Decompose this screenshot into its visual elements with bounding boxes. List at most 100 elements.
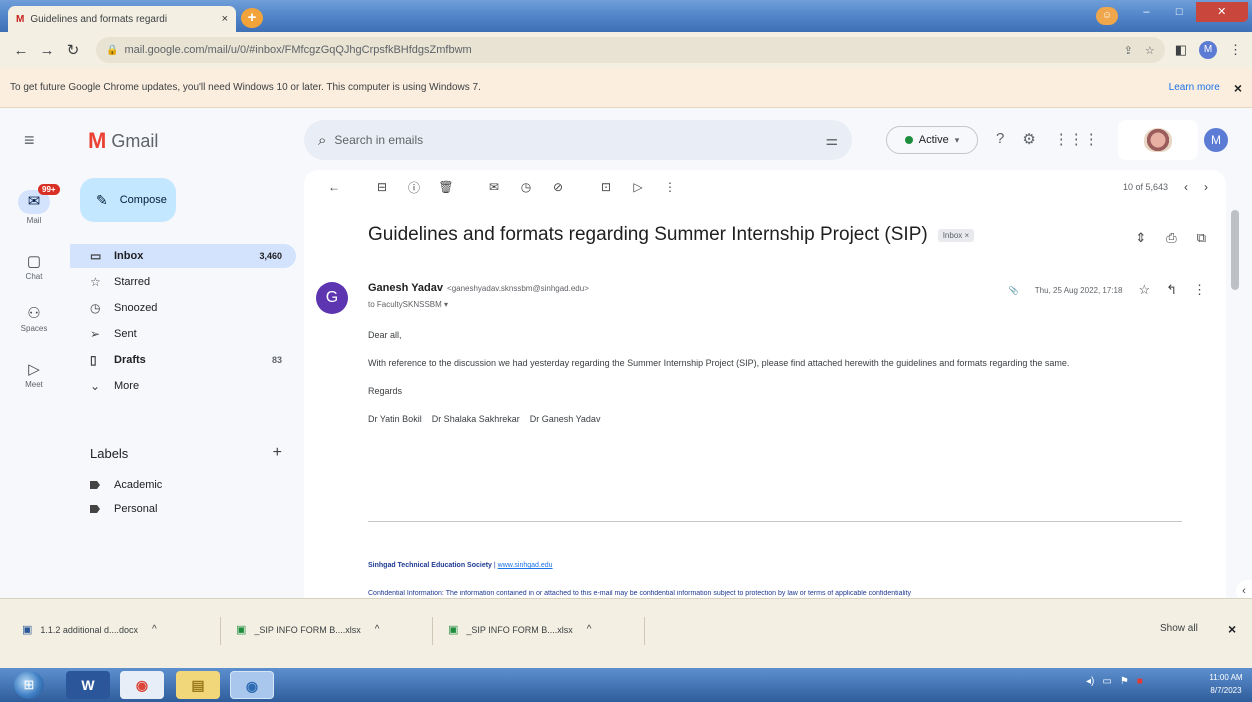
power-icon[interactable]: ■ [1137, 676, 1143, 687]
share-icon[interactable]: ⇪ [1124, 44, 1133, 57]
download-menu-chevron-icon[interactable]: ^ [587, 624, 592, 635]
infobar-close-icon[interactable]: × [1234, 80, 1242, 96]
add-task-icon[interactable]: ⊘ [542, 180, 574, 194]
window-profile-icon[interactable]: ☺ [1096, 7, 1118, 25]
sidebar-item-label: More [114, 380, 140, 392]
gmail-logo[interactable]: M Gmail [88, 128, 158, 154]
label-icon[interactable]: ▷ [622, 180, 654, 194]
sidebar-item-drafts[interactable]: ▯ Drafts 83 [70, 348, 296, 372]
message-more-icon[interactable]: ⋮ [1193, 282, 1206, 298]
inbox-label-chip[interactable]: Inbox × [937, 228, 975, 242]
action-center-icon[interactable]: ⚑ [1120, 676, 1129, 687]
label-item-academic[interactable]: Academic [70, 474, 296, 496]
body-paragraph: With reference to the discussion we had … [368, 358, 1070, 368]
mark-unread-icon[interactable]: ✉ [478, 180, 510, 194]
greeting-text: Dear all, [368, 330, 402, 340]
new-tab-button[interactable]: + [241, 8, 263, 28]
sidebar-item-label: Sent [114, 328, 137, 340]
rail-chat[interactable]: ▢ Chat [0, 252, 68, 281]
settings-gear-icon[interactable]: ⚙ [1022, 130, 1035, 148]
more-options-icon[interactable]: ⋮ [654, 180, 686, 194]
status-dropdown[interactable]: Active ▾ [886, 126, 978, 154]
label-item-personal[interactable]: Personal [70, 498, 296, 520]
sender-line: Ganesh Yadav <ganeshyadav.sknssbm@sinhga… [368, 282, 589, 294]
sidebar-item-inbox[interactable]: ▭ Inbox 3,460 [70, 244, 296, 268]
show-all-downloads-link[interactable]: Show all [1160, 623, 1198, 634]
network-icon[interactable]: ▭ [1102, 676, 1111, 687]
download-item[interactable]: ▣ _SIP INFO FORM B....xlsx ^ [448, 623, 591, 636]
bookmark-star-icon[interactable]: ☆ [1145, 44, 1155, 57]
minimize-icon[interactable]: – [1130, 2, 1163, 22]
print-icon[interactable]: ⎙ [1166, 230, 1176, 246]
learn-more-link[interactable]: Learn more [1169, 82, 1220, 93]
org-website-link[interactable]: www.sinhgad.edu [498, 562, 553, 569]
rail-mail[interactable]: ✉ 99+ Mail [0, 184, 68, 225]
main-menu-icon[interactable]: ≡ [24, 130, 35, 151]
signature-divider [368, 521, 1182, 522]
chrome-taskbar-icon[interactable]: ◉ [120, 671, 164, 699]
add-label-icon[interactable]: + [273, 444, 282, 462]
chrome-active-taskbar-icon[interactable]: ◉ [230, 671, 274, 699]
message-scrollbar[interactable] [1228, 170, 1242, 598]
apps-grid-icon[interactable]: ⋮⋮⋮ [1054, 130, 1099, 148]
lock-icon[interactable]: 🔒 [106, 45, 118, 56]
expand-all-icon[interactable]: ⇕ [1135, 230, 1146, 246]
sidebar-item-more[interactable]: ⌄ More [70, 374, 296, 398]
delete-icon[interactable]: 🗑 [430, 180, 462, 194]
new-window-icon[interactable]: ⧉ [1197, 230, 1206, 246]
download-menu-chevron-icon[interactable]: ^ [375, 624, 380, 635]
search-input[interactable]: Search in emails [334, 133, 825, 147]
newer-chevron-icon[interactable]: ‹ [1184, 180, 1188, 194]
volume-icon[interactable]: ◂) [1086, 676, 1094, 687]
forward-icon[interactable]: → [36, 42, 58, 59]
browser-menu-icon[interactable]: ⋮ [1229, 42, 1242, 58]
star-icon: ☆ [90, 275, 101, 289]
omnibox[interactable]: 🔒 mail.google.com/mail/u/0/#inbox/FMfcgz… [96, 37, 1165, 63]
back-to-inbox-icon[interactable]: ← [318, 180, 350, 194]
close-shelf-icon[interactable]: × [1228, 621, 1236, 637]
report-spam-icon[interactable]: ⓘ [398, 179, 430, 196]
rail-meet[interactable]: ▷ Meet [0, 360, 68, 389]
reply-icon[interactable]: ↰ [1166, 282, 1177, 298]
taskbar-clock[interactable]: 11:00 AM 8/7/2023 [1206, 671, 1246, 697]
rail-spaces[interactable]: ⚇ Spaces [0, 304, 68, 333]
star-icon[interactable]: ☆ [1138, 282, 1150, 298]
sidebar-item-sent[interactable]: ➢ Sent [70, 322, 296, 346]
file-explorer-taskbar-icon[interactable]: ▤ [176, 671, 220, 699]
chevron-down-icon: ▾ [954, 134, 960, 145]
sender-name[interactable]: Ganesh Yadav [368, 282, 443, 294]
start-button[interactable]: ⊞ [14, 671, 44, 699]
account-avatar[interactable]: M [1204, 128, 1228, 152]
archive-icon[interactable]: ⊟ [366, 180, 398, 194]
sidebar-item-snoozed[interactable]: ◷ Snoozed [70, 296, 296, 320]
back-icon[interactable]: ← [10, 42, 32, 59]
scrollbar-thumb[interactable] [1231, 210, 1239, 290]
browser-profile-avatar[interactable]: M [1199, 41, 1217, 59]
pager: 10 of 5,643 ‹ › [1123, 180, 1208, 194]
sidepanel-icon[interactable]: ◧ [1175, 42, 1187, 58]
organization-logo[interactable] [1118, 120, 1198, 160]
window-close-icon[interactable]: ✕ [1195, 2, 1248, 22]
download-separator [644, 617, 645, 645]
download-item[interactable]: ▣ _SIP INFO FORM B....xlsx ^ [236, 623, 379, 636]
snooze-icon[interactable]: ◷ [510, 180, 542, 194]
older-chevron-icon[interactable]: › [1204, 180, 1208, 194]
download-item[interactable]: ▣ 1.1.2 additional d....docx ^ [22, 623, 157, 636]
compose-button[interactable]: ✎ Compose [80, 178, 176, 222]
subject-text: Guidelines and formats regarding Summer … [368, 224, 928, 245]
browser-tab[interactable]: M Guidelines and formats regardi × [8, 6, 236, 32]
sender-avatar[interactable]: G [316, 282, 348, 314]
move-to-icon[interactable]: ⊡ [590, 180, 622, 194]
search-options-icon[interactable]: ⚌ [825, 132, 838, 149]
maximize-icon[interactable]: □ [1163, 2, 1196, 22]
recipient-dropdown[interactable]: to FacultySKNSSBM ▾ [368, 300, 448, 309]
word-taskbar-icon[interactable]: W [66, 671, 110, 699]
search-bar[interactable]: ⌕ Search in emails ⚌ [304, 120, 852, 160]
support-icon[interactable]: ? [996, 130, 1004, 148]
reload-icon[interactable]: ↻ [62, 41, 84, 59]
sidebar-item-starred[interactable]: ☆ Starred [70, 270, 296, 294]
download-menu-chevron-icon[interactable]: ^ [152, 624, 157, 635]
tab-close-icon[interactable]: × [222, 13, 228, 25]
url-text[interactable]: mail.google.com/mail/u/0/#inbox/FMfcgzGq… [124, 44, 1111, 56]
search-icon[interactable]: ⌕ [318, 132, 326, 149]
